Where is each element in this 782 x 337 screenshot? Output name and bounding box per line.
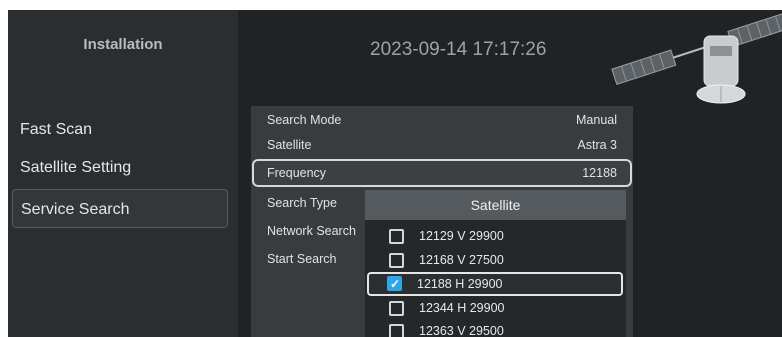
checkbox-icon[interactable] bbox=[389, 229, 404, 244]
setting-label: Start Search bbox=[267, 252, 337, 266]
setting-row-satellite[interactable]: Satellite Astra 3 bbox=[251, 131, 633, 159]
frequency-option-label: 12168 V 27500 bbox=[419, 253, 504, 267]
tv-screen: Installation Fast Scan Satellite Setting… bbox=[8, 10, 782, 337]
frequency-option-label: 12344 H 29900 bbox=[419, 301, 505, 315]
sidebar-item-satellite-setting[interactable]: Satellite Setting bbox=[12, 148, 228, 187]
setting-label: Search Mode bbox=[267, 113, 342, 127]
setting-value: 12188 bbox=[582, 166, 617, 180]
sidebar-title: Installation bbox=[83, 36, 163, 53]
setting-value: Manual bbox=[576, 113, 617, 127]
sidebar: Installation Fast Scan Satellite Setting… bbox=[8, 10, 238, 337]
frequency-option[interactable]: 12168 V 27500 bbox=[369, 249, 619, 271]
frequency-option[interactable]: 12363 V 29500 bbox=[369, 320, 619, 337]
frequency-option-label: 12363 V 29500 bbox=[419, 324, 504, 337]
setting-row-search-mode[interactable]: Search Mode Manual bbox=[251, 106, 633, 134]
sidebar-item-fast-scan[interactable]: Fast Scan bbox=[12, 110, 228, 149]
frequency-option-label: 12188 H 29900 bbox=[417, 277, 503, 291]
setting-label: Network Search bbox=[267, 224, 356, 238]
satellite-icon bbox=[611, 11, 782, 104]
frequency-option[interactable]: 12129 V 29900 bbox=[369, 225, 619, 247]
setting-label: Search Type bbox=[267, 196, 337, 210]
setting-label: Satellite bbox=[267, 138, 312, 152]
checkbox-icon[interactable] bbox=[389, 301, 404, 316]
popup-title: Satellite bbox=[365, 190, 626, 220]
frequency-option-label: 12129 V 29900 bbox=[419, 229, 504, 243]
check-icon: ✓ bbox=[390, 277, 401, 291]
sidebar-item-label: Service Search bbox=[21, 201, 130, 218]
sidebar-item-label: Fast Scan bbox=[20, 121, 93, 138]
frequency-option-selected[interactable]: ✓ 12188 H 29900 bbox=[367, 272, 623, 296]
sidebar-item-label: Satellite Setting bbox=[20, 159, 132, 176]
checkbox-checked-icon[interactable]: ✓ bbox=[387, 276, 402, 291]
setting-row-frequency[interactable]: Frequency 12188 bbox=[252, 159, 632, 187]
frequency-option[interactable]: 12344 H 29900 bbox=[369, 297, 619, 319]
clock-datetime: 2023-09-14 17:17:26 bbox=[370, 39, 547, 60]
setting-label: Frequency bbox=[267, 166, 327, 180]
checkbox-icon[interactable] bbox=[389, 324, 404, 337]
setting-value: Astra 3 bbox=[577, 138, 617, 152]
checkbox-icon[interactable] bbox=[389, 253, 404, 268]
sidebar-item-service-search[interactable]: Service Search bbox=[12, 189, 228, 228]
satellite-frequency-popup: Satellite 12129 V 29900 12168 V 27500 ✓ … bbox=[365, 190, 626, 337]
